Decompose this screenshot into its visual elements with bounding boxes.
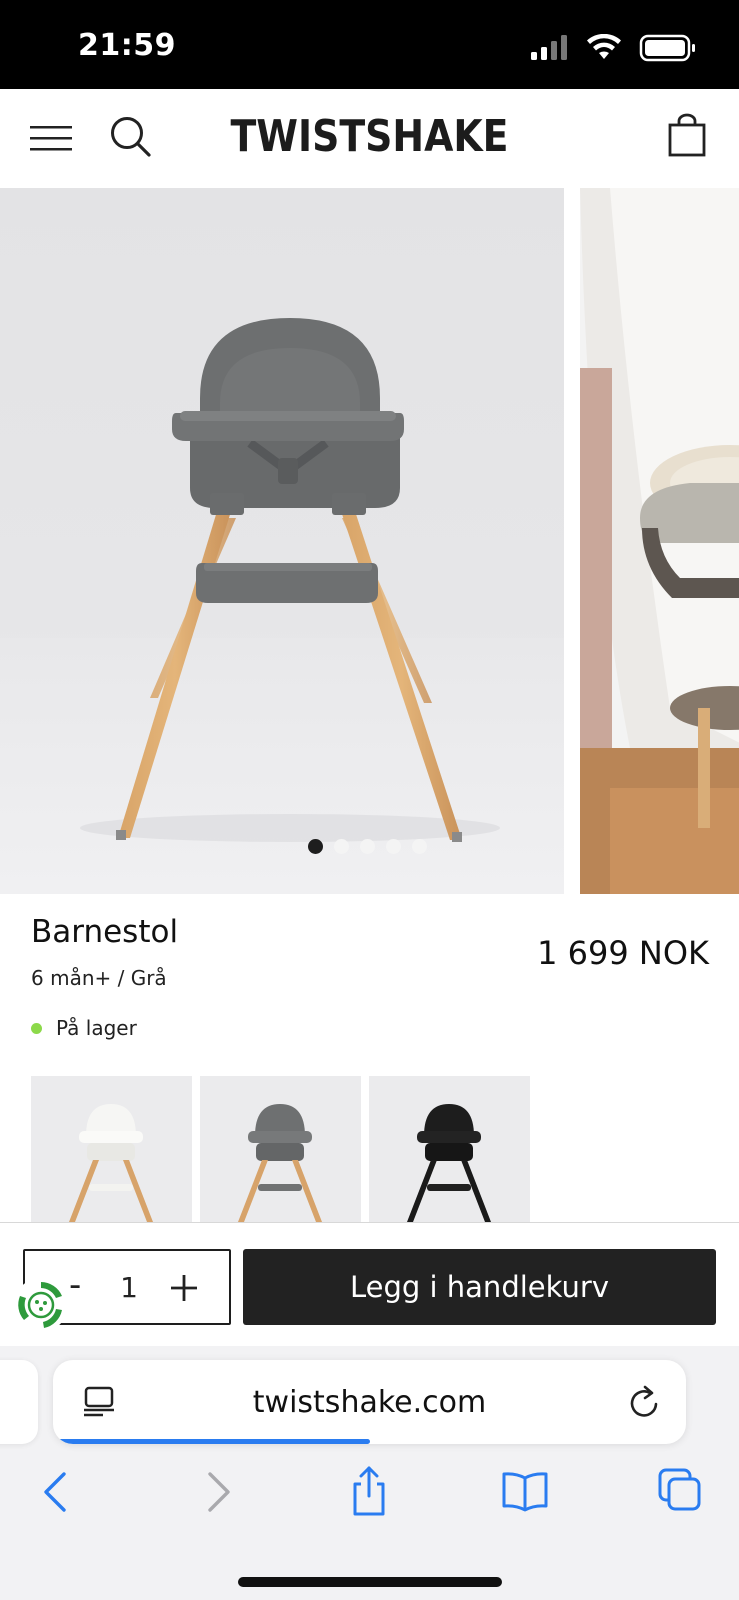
stock-status-label: På lager (56, 1016, 137, 1040)
gallery-pagination (308, 839, 427, 855)
variant-thumb-grey[interactable] (200, 1076, 361, 1222)
add-to-cart-button[interactable]: Legg i handlekurv (243, 1249, 716, 1325)
browser-toolbar (0, 1466, 739, 1526)
black-high-chair-image (407, 1104, 491, 1222)
browser-chrome: twistshake.com (0, 1346, 739, 1600)
reload-icon[interactable] (628, 1384, 662, 1420)
previous-tab-peek[interactable] (0, 1360, 38, 1444)
variant-thumb-white[interactable] (31, 1076, 192, 1222)
page-load-progress (53, 1439, 370, 1444)
product-variant: 6 mån+ / Grå (31, 966, 167, 990)
cart-icon[interactable] (667, 113, 707, 157)
battery-icon (639, 34, 695, 62)
product-gallery[interactable] (0, 188, 739, 894)
site-header: TWISTSHAKE (0, 89, 739, 188)
high-chair-grey-image (0, 318, 564, 894)
back-icon[interactable] (32, 1466, 82, 1516)
pagination-dot-1[interactable] (308, 839, 323, 854)
purchase-bar: - 1 Legg i handlekurv (0, 1222, 739, 1346)
in-stock-indicator-icon (31, 1022, 42, 1034)
grey-high-chair-image (238, 1104, 322, 1222)
product-price: 1 699 NOK (537, 934, 709, 972)
status-time: 21:59 (78, 28, 176, 63)
status-bar: 21:59 (0, 0, 739, 89)
quantity-increase-button[interactable] (169, 1273, 199, 1303)
product-image-main[interactable] (0, 188, 564, 894)
recycle-icon[interactable] (12, 1276, 70, 1334)
status-icons (531, 34, 695, 62)
site-logo[interactable]: TWISTSHAKE (52, 111, 688, 162)
high-chair-lifestyle-image (580, 188, 739, 894)
white-high-chair-image (69, 1104, 153, 1222)
forward-icon[interactable] (192, 1466, 242, 1516)
color-variant-thumbnails (31, 1076, 530, 1222)
url-text[interactable]: twistshake.com (53, 1385, 686, 1420)
variant-thumb-black[interactable] (369, 1076, 530, 1222)
home-indicator (238, 1577, 502, 1587)
pagination-dot-3[interactable] (360, 839, 375, 854)
bookmarks-icon[interactable] (500, 1466, 550, 1516)
share-icon[interactable] (344, 1466, 394, 1516)
product-title: Barnestol (31, 914, 179, 950)
product-image-lifestyle[interactable] (580, 188, 739, 894)
pagination-dot-4[interactable] (386, 839, 401, 854)
pagination-dot-5[interactable] (412, 839, 427, 854)
wifi-icon (587, 34, 621, 59)
tabs-icon[interactable] (656, 1466, 706, 1516)
signal-icon (531, 35, 567, 60)
stock-status: På lager (31, 1016, 137, 1040)
address-bar[interactable]: twistshake.com (53, 1360, 686, 1444)
pagination-dot-2[interactable] (334, 839, 349, 854)
